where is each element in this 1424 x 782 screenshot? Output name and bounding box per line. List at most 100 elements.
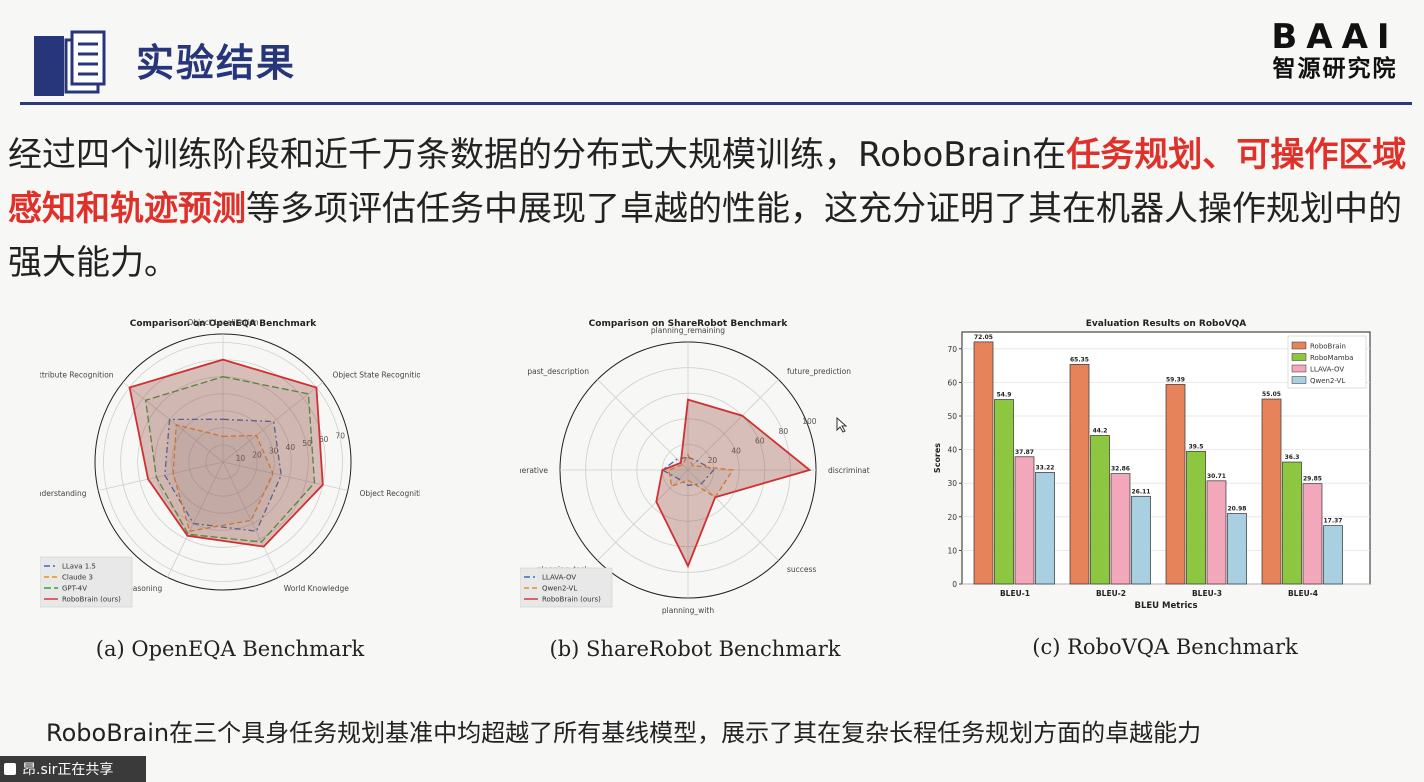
robovqa-bar-chart: Evaluation Results on RoboVQA 0 10 20 30 40 50… — [933, 319, 1371, 611]
radial-tick-label: 100 — [802, 417, 817, 426]
bar-robomamba — [1186, 450, 1206, 585]
bar-qwen2-vl — [1323, 525, 1343, 585]
bar-value-label: 32.86 — [1111, 466, 1130, 473]
axis-label: discriminative — [828, 466, 870, 475]
logo-subtitle: 智源研究院 — [1272, 56, 1398, 82]
openeqa-radar-figure: Comparison on OpenEQA Benchmark Object Lo… — [3, 310, 431, 620]
axis-label: success — [787, 565, 816, 574]
baai-logo: BAAI 智源研究院 — [1260, 20, 1410, 84]
bar-llava-ov — [1302, 483, 1323, 585]
caption-robovqa: (c) RoboVQA Benchmark — [1032, 635, 1298, 659]
bar-llava-ov — [1110, 473, 1131, 585]
x-tick-label: BLEU-4 — [1288, 589, 1318, 598]
slide: 实验结果 BAAI 智源研究院 经过四个训练阶段和近千万条数据的分布式大规模训练… — [0, 0, 1424, 782]
bar-value-label: 26.11 — [1132, 488, 1151, 495]
bar-qwen2-vl — [1035, 472, 1055, 585]
y-tick-label: 20 — [947, 513, 957, 522]
x-axis-label: BLEU Metrics — [1134, 601, 1197, 611]
caption-openeqa: (a) OpenEQA Benchmark — [95, 637, 365, 661]
axis-spoke — [597, 379, 689, 471]
legend-label: LLAVA-OV — [542, 574, 576, 582]
document-stack-icon — [34, 30, 106, 96]
legend-swatch — [1291, 376, 1307, 384]
bar-value-label: 20.98 — [1228, 506, 1247, 513]
bar-qwen2-vl — [1227, 513, 1247, 585]
intro-text-1: 经过四个训练阶段和近千万条数据的分布式大规模训练，RoboBrain在 — [8, 135, 1067, 175]
bar-value-label: 36.3 — [1285, 454, 1300, 461]
legend-label: RoboBrain (ours) — [62, 596, 121, 604]
share-icon — [4, 763, 16, 775]
radial-tick-label: 70 — [335, 431, 345, 440]
axis-label: Object State Recognition — [332, 371, 420, 380]
bar-value-label: 33.22 — [1036, 464, 1055, 471]
axis-label: Object Recognition — [359, 489, 420, 498]
axis-label: planning_with — [662, 606, 714, 615]
robovqa-bar-figure: Evaluation Results on RoboVQA 0 10 20 30 40 50… — [930, 310, 1380, 615]
legend-label: LLAVA-OV — [1310, 366, 1344, 374]
bar-value-label: 59.39 — [1166, 376, 1185, 383]
logo-mark: BAAI — [1271, 17, 1399, 57]
mouse-cursor-icon — [836, 417, 848, 433]
screen-share-indicator[interactable]: 昂.sir正在共享 — [0, 756, 146, 782]
x-tick-label: BLEU-3 — [1192, 589, 1222, 598]
legend-label: RoboBrain — [1310, 343, 1346, 351]
y-tick-label: 10 — [947, 546, 957, 555]
bar-value-label: 17.37 — [1324, 518, 1343, 525]
slide-title: 实验结果 — [136, 41, 297, 85]
axis-label: Object Localisation — [187, 318, 258, 327]
bar-value-label: 65.35 — [1070, 356, 1089, 363]
legend-swatch — [1291, 364, 1307, 373]
legend-label: RoboBrain (ours) — [542, 596, 601, 604]
y-tick-label: 30 — [947, 479, 957, 488]
legend-label: RoboMamba — [1310, 354, 1353, 362]
bar-value-label: 54.9 — [997, 392, 1012, 399]
header-divider — [20, 102, 1412, 105]
openeqa-radar-chart: Comparison on OpenEQA BenchmarkObject Lo… — [3, 318, 431, 608]
bar-robobrain — [1069, 364, 1090, 585]
bar-qwen2-vl — [1131, 495, 1151, 585]
axis-label: World Knowledge — [284, 584, 349, 593]
y-tick-label: 50 — [947, 412, 957, 421]
axis-label: Attribute Recognition — [40, 371, 114, 380]
bar-robobrain — [1165, 384, 1186, 585]
x-tick-label: BLEU-1 — [1000, 589, 1030, 598]
legend-label: Qwen2-VL — [1310, 377, 1345, 385]
bar-robomamba — [994, 399, 1014, 585]
bar-value-label: 30.71 — [1207, 473, 1226, 480]
axis-label: planning_remaining — [651, 326, 725, 335]
legend-label: LLava 1.5 — [62, 563, 96, 571]
y-tick-label: 0 — [952, 580, 957, 589]
legend-label: Qwen2-VL — [542, 585, 577, 593]
series-polygon-robobrain-ours- — [655, 398, 812, 569]
legend-label: GPT-4V — [62, 585, 87, 593]
conclusion-text: RoboBrain在三个具身任务规划基准中均超越了所有基线模型，展示了其在复杂长… — [46, 719, 1202, 747]
bar-llava-ov — [1206, 480, 1227, 585]
sharerobot-radar-chart: Comparison on ShareRobot Benchmarkplanni… — [508, 319, 882, 615]
bar-robomamba — [1282, 461, 1302, 585]
x-tick-label: BLEU-2 — [1096, 589, 1126, 598]
bar-value-label: 55.05 — [1262, 391, 1281, 398]
bar-robobrain — [973, 341, 994, 585]
axis-label: future_prediction — [787, 367, 851, 376]
y-axis-label: Scores — [933, 443, 942, 473]
y-tick-label: 40 — [947, 446, 957, 455]
bar-robomamba — [1090, 435, 1110, 585]
radial-tick-label: 80 — [779, 427, 789, 436]
bar-value-label: 44.2 — [1093, 427, 1108, 434]
axis-label: generative — [520, 466, 548, 475]
y-tick-label: 60 — [947, 378, 957, 387]
y-tick-label: 70 — [947, 345, 957, 354]
chart-title: Evaluation Results on RoboVQA — [1086, 319, 1247, 329]
legend-swatch — [1291, 353, 1307, 361]
sharerobot-radar-figure: Comparison on ShareRobot Benchmark planni… — [508, 310, 882, 620]
intro-paragraph: 经过四个训练阶段和近千万条数据的分布式大规模训练，RoboBrain在任务规划、… — [8, 128, 1408, 290]
bar-value-label: 37.87 — [1015, 449, 1034, 456]
axis-label: past_description — [527, 367, 589, 376]
caption-sharerobot: (b) ShareRobot Benchmark — [549, 637, 841, 661]
legend-label: Claude 3 — [62, 574, 93, 582]
bar-value-label: 29.85 — [1303, 476, 1322, 483]
bar-value-label: 39.5 — [1189, 443, 1204, 450]
axis-label: Spatial Understanding — [40, 489, 87, 498]
legend-swatch — [1291, 341, 1307, 350]
bar-llava-ov — [1014, 456, 1035, 585]
